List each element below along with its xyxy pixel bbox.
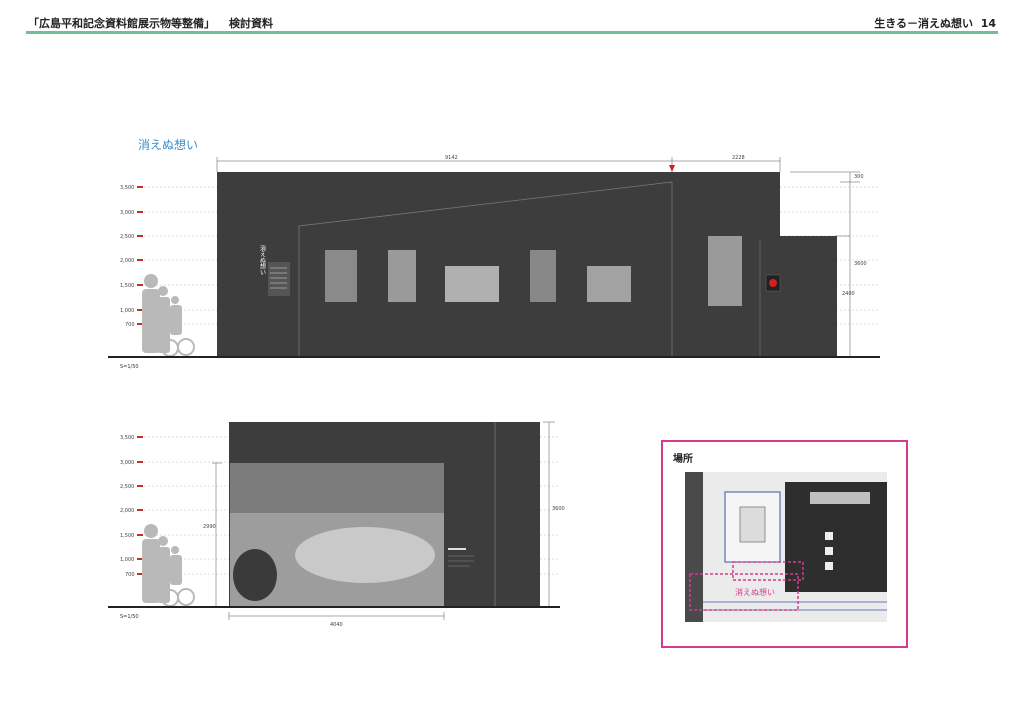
top-elevation: 3,500 3,000 2,500 2,000 1,500 1,000 700 …: [108, 155, 880, 370]
dimension-label: 3600: [854, 261, 867, 267]
red-button-icon: [769, 279, 777, 287]
location-label: 消えぬ想い: [735, 588, 775, 597]
dimension-label: 300: [854, 174, 864, 180]
level-label: 1,000: [120, 557, 134, 563]
level-label: 2,500: [120, 234, 134, 240]
photo-panel: [445, 266, 499, 302]
dimension-label: 2228: [732, 155, 745, 161]
level-label: 1,500: [120, 283, 134, 289]
level-label: 3,000: [120, 210, 134, 216]
floor-plan-icon: [685, 472, 887, 622]
level-label: 2,500: [120, 484, 134, 490]
photo-panel: [530, 250, 556, 302]
dimension-label: 4040: [330, 622, 343, 628]
human-figures-icon: [142, 524, 195, 607]
scale-label: S=1/50: [120, 614, 139, 620]
scale-label: S=1/50: [120, 364, 139, 370]
bottom-elevation: 3,500 3,000 2,500 2,000 1,500 1,000 700: [108, 421, 565, 628]
text-panel: [268, 262, 290, 296]
dimension-label: 9142: [445, 155, 458, 161]
photo-panel: [325, 250, 357, 302]
floor-plan-map: [685, 472, 887, 622]
photo-panel: [587, 266, 631, 302]
level-label: 3,500: [120, 435, 134, 441]
side-block: [780, 236, 837, 357]
human-figures-icon: [142, 274, 195, 357]
location-panel: 場所 消えぬ想い: [661, 440, 908, 648]
dimension-label: 2990: [203, 524, 216, 530]
level-label: 700: [125, 322, 135, 328]
level-label: 1,500: [120, 533, 134, 539]
level-label: 3,500: [120, 185, 134, 191]
dimension-label: 3600: [552, 506, 565, 512]
panel-text: 消えぬ想い: [259, 244, 266, 275]
caption-panel: [448, 548, 466, 550]
location-title: 場所: [673, 454, 693, 465]
level-label: 2,000: [120, 258, 134, 264]
dimension-label: 2400: [842, 291, 855, 297]
level-label: 1,000: [120, 308, 134, 314]
photo-panel: [708, 236, 742, 306]
level-label: 3,000: [120, 460, 134, 466]
level-label: 700: [125, 572, 135, 578]
photo-panel: [388, 250, 416, 302]
level-label: 2,000: [120, 508, 134, 514]
exhibit-wall: [217, 172, 780, 357]
